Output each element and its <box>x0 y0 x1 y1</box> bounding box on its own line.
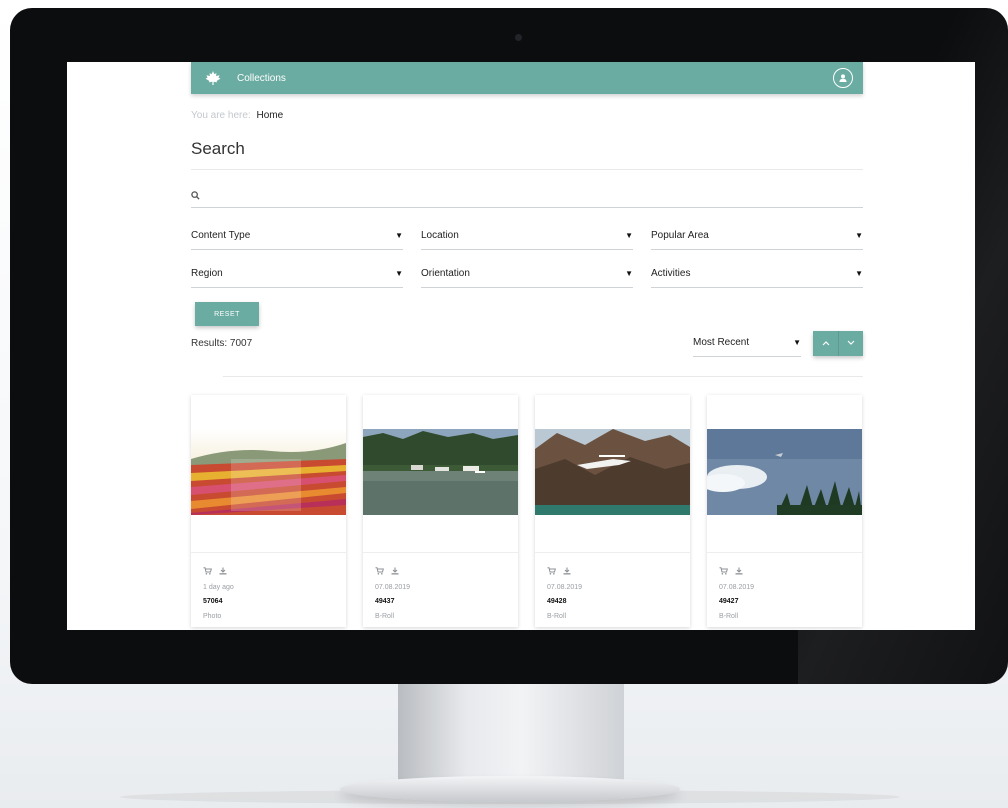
filter-label: Popular Area <box>651 230 709 241</box>
card-date: 07.08.2019 <box>547 584 583 591</box>
page-title: Search <box>191 139 245 158</box>
dropdown-caret-icon: ▼ <box>395 231 403 240</box>
sort-order-group <box>813 330 863 356</box>
results-count: Results: 7007 <box>191 337 253 349</box>
result-card[interactable]: 1 day ago 57064 Photo <box>191 395 346 627</box>
card-date: 1 day ago <box>203 584 234 591</box>
card-actions <box>191 553 346 580</box>
filter-label: Location <box>421 230 459 241</box>
dropdown-caret-icon: ▼ <box>793 338 801 347</box>
card-id[interactable]: 49428 <box>547 598 690 605</box>
app-title[interactable]: Collections <box>237 73 286 84</box>
cart-icon[interactable] <box>547 562 556 580</box>
card-actions <box>363 553 518 580</box>
download-icon[interactable] <box>735 562 743 580</box>
card-type: B-Roll <box>375 613 395 620</box>
card-id[interactable]: 57064 <box>203 598 346 605</box>
search-input[interactable] <box>208 190 863 201</box>
monitor-stand-neck <box>398 684 624 782</box>
breadcrumb: You are here: Home <box>191 110 863 121</box>
card-id[interactable]: 49427 <box>719 598 862 605</box>
top-bar: Collections <box>191 62 863 94</box>
card-actions <box>535 553 690 580</box>
filter-label: Content Type <box>191 230 251 241</box>
filter-activities[interactable]: Activities ▼ <box>651 260 863 288</box>
filter-orientation[interactable]: Orientation ▼ <box>421 260 633 288</box>
breadcrumb-home[interactable]: Home <box>256 110 283 121</box>
sort-selected-value: Most Recent <box>693 337 750 348</box>
dropdown-caret-icon: ▼ <box>855 269 863 278</box>
filter-location[interactable]: Location ▼ <box>421 222 633 250</box>
camera-dot <box>515 34 522 41</box>
thumbnail-floatplanes-on-lake[interactable] <box>363 429 518 515</box>
sort-select[interactable]: Most Recent ▼ <box>693 329 801 357</box>
monitor-stand-base <box>340 776 680 802</box>
card-date: 07.08.2019 <box>719 584 755 591</box>
search-icon <box>191 187 200 205</box>
card-type: B-Roll <box>719 613 739 620</box>
cart-icon[interactable] <box>719 562 728 580</box>
result-card[interactable]: 07.08.2019 49427 B-Roll <box>701 395 862 627</box>
thumbnail-floatplane-over-mountains[interactable] <box>535 429 690 515</box>
filter-label: Orientation <box>421 268 470 279</box>
download-icon[interactable] <box>219 562 227 580</box>
dropdown-caret-icon: ▼ <box>625 231 633 240</box>
thumbnail-plane-over-forest[interactable] <box>701 429 862 515</box>
result-card[interactable]: 07.08.2019 49428 B-Roll <box>535 395 690 627</box>
title-divider <box>191 169 863 170</box>
card-date: 07.08.2019 <box>375 584 411 591</box>
card-type: Photo <box>203 613 222 620</box>
filter-label: Region <box>191 268 223 279</box>
filter-popular-area[interactable]: Popular Area ▼ <box>651 222 863 250</box>
results-grid: 1 day ago 57064 Photo 07.08.2019 49437 B… <box>191 395 863 627</box>
filter-grid: Content Type ▼ Location ▼ Popular Area ▼… <box>191 222 863 288</box>
results-divider <box>223 376 863 377</box>
result-card[interactable]: 07.08.2019 49437 B-Roll <box>363 395 518 627</box>
card-id[interactable]: 49437 <box>375 598 518 605</box>
dropdown-caret-icon: ▼ <box>625 269 633 278</box>
breadcrumb-prefix: You are here: <box>191 110 251 121</box>
maple-leaf-icon[interactable] <box>203 69 223 87</box>
chevron-up-icon[interactable] <box>813 330 838 356</box>
results-toolbar: Results: 7007 Most Recent ▼ <box>191 328 863 358</box>
dropdown-caret-icon: ▼ <box>395 269 403 278</box>
dropdown-caret-icon: ▼ <box>855 231 863 240</box>
thumbnail-tulip-field[interactable] <box>191 429 346 515</box>
cart-icon[interactable] <box>203 562 212 580</box>
monitor-screen: Collections You are here: Home Search Co… <box>67 62 975 630</box>
filter-region[interactable]: Region ▼ <box>191 260 403 288</box>
search-bar <box>191 184 863 208</box>
filter-content-type[interactable]: Content Type ▼ <box>191 222 403 250</box>
card-actions <box>707 553 862 580</box>
cart-icon[interactable] <box>375 562 384 580</box>
app: Collections You are here: Home Search Co… <box>191 62 863 630</box>
filter-label: Activities <box>651 268 691 279</box>
reset-button[interactable]: RESET <box>195 302 259 326</box>
card-type: B-Roll <box>547 613 567 620</box>
monitor-bezel: Collections You are here: Home Search Co… <box>10 8 1008 684</box>
chevron-down-icon[interactable] <box>838 330 863 356</box>
download-icon[interactable] <box>391 562 399 580</box>
download-icon[interactable] <box>563 562 571 580</box>
user-icon[interactable] <box>833 68 853 88</box>
